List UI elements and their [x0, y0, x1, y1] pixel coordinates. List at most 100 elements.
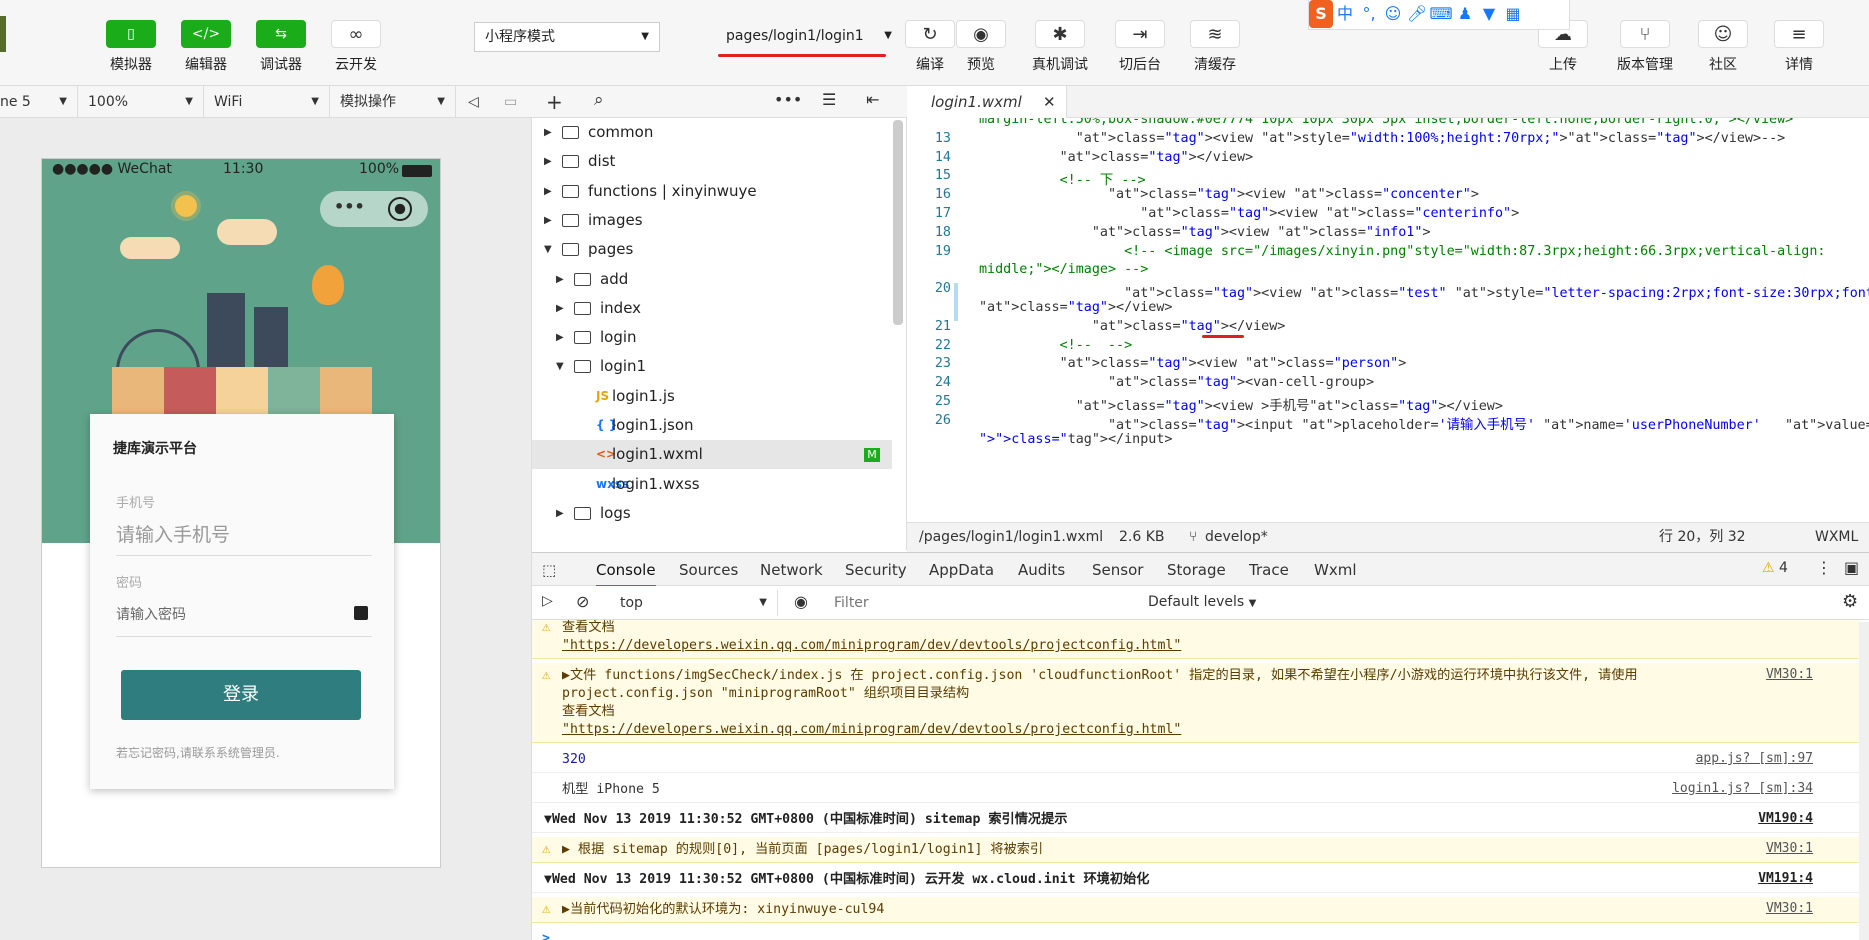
code-line[interactable]: "at">class="tag"><view "at">class="cente… — [979, 206, 1519, 221]
console-message[interactable]: 320 app.js? [sm]:97 — [532, 747, 1859, 773]
code-line[interactable]: "at">class="tag"></view> — [979, 300, 1173, 315]
code-line[interactable]: "at">class="tag"><input "at">placeholder… — [979, 413, 1869, 433]
source-link[interactable]: VM30:1 — [1766, 667, 1813, 682]
more-icon[interactable]: ••• — [334, 197, 365, 216]
tab-console[interactable]: Console — [596, 553, 656, 587]
layout-icon[interactable]: ⇤ — [866, 90, 879, 109]
tree-item[interactable]: ▶ index — [532, 294, 892, 323]
console-message[interactable]: ⚠ ▶ 根据 sitemap 的规则[0], 当前页面 [pages/login1… — [532, 837, 1859, 863]
console-filter-input[interactable] — [834, 591, 1106, 615]
tab-appdata[interactable]: AppData — [929, 553, 994, 587]
chevron-right-icon[interactable]: ▶ — [544, 177, 552, 206]
search-icon[interactable]: ⌕ — [594, 90, 604, 110]
console-scrollbar[interactable] — [1859, 622, 1869, 940]
menu-capsule[interactable]: ••• — [320, 191, 428, 227]
context-select[interactable]: top ▼ — [612, 590, 778, 616]
background-button[interactable]: ⇥ 切后台 — [1105, 20, 1175, 74]
tree-item[interactable]: JS login1.js — [532, 382, 892, 411]
tree-item[interactable]: ▼ pages — [532, 235, 892, 264]
code-line[interactable]: margin-left:50%;box-shadow:#0e7774 10px … — [979, 118, 1793, 127]
console-message[interactable]: ⚠ 查看文档 "https://developers.weixin.qq.com/m… — [532, 620, 1859, 659]
close-circle-icon[interactable] — [388, 197, 412, 221]
cloud-button[interactable]: ∞ 云开发 — [321, 20, 391, 74]
more-icon[interactable]: ••• — [774, 90, 802, 109]
tree-item[interactable]: ▶ add — [532, 265, 892, 294]
code-line[interactable]: "at">class="tag"><view "at">style="width… — [979, 131, 1785, 146]
console-group-header[interactable]: ▼Wed Nov 13 2019 11:30:52 GMT+0800 (中国标准… — [532, 807, 1859, 833]
language-mode[interactable]: WXML — [1815, 523, 1858, 551]
console-message[interactable]: ⚠ ▶当前代码初始化的默认环境为: xinyinwuye-cul94 VM30:1 — [532, 897, 1859, 923]
code-line[interactable]: middle;"></image> --> — [979, 262, 1148, 277]
add-icon[interactable]: + — [546, 90, 563, 114]
tree-item[interactable]: ▶ login — [532, 323, 892, 352]
collapse-icon[interactable]: ☰ — [822, 90, 836, 109]
ime-toolbar[interactable]: S 中 °, ☺ 🎤︎ ⌨ ♟ ▼ ▦ — [1308, 0, 1570, 30]
tab-network[interactable]: Network — [760, 553, 823, 587]
tree-item[interactable]: ▶ logs — [532, 499, 892, 528]
tab-storage[interactable]: Storage — [1167, 553, 1226, 587]
tree-item[interactable]: ▶ functions | xinyinwuye — [532, 177, 892, 206]
code-line[interactable]: "at">class="tag"><view "at">class="perso… — [979, 356, 1407, 371]
tab-wxml[interactable]: Wxml — [1314, 553, 1357, 587]
close-icon[interactable]: ✕ — [1043, 86, 1056, 118]
editor-button[interactable]: </> 编辑器 — [171, 20, 241, 74]
tab-sensor[interactable]: Sensor — [1092, 553, 1143, 587]
code-line[interactable]: <!-- 下 --> — [979, 168, 1146, 188]
code-line[interactable]: "at">class="tag"></view> — [979, 319, 1286, 334]
code-line[interactable]: <!-- --> — [979, 338, 1133, 353]
source-link[interactable]: VM191:4 — [1758, 871, 1813, 886]
tab-security[interactable]: Security — [845, 553, 907, 587]
tree-item[interactable]: ▶ dist — [532, 147, 892, 176]
chevron-right-icon[interactable]: ▶ — [556, 323, 564, 352]
simulator-button[interactable]: ▯ 模拟器 — [96, 20, 166, 74]
chevron-down-icon[interactable]: ▼ — [556, 352, 564, 381]
network-select[interactable]: WiFi ▼ — [204, 86, 330, 118]
sidebar-toggle-icon[interactable]: ▷ — [542, 593, 553, 609]
community-button[interactable]: ☺ 社区 — [1688, 20, 1758, 74]
tree-item[interactable]: ▶ common — [532, 118, 892, 147]
source-link[interactable]: app.js? [sm]:97 — [1696, 751, 1813, 766]
clear-cache-button[interactable]: ≋ 清缓存 — [1180, 20, 1250, 74]
code-line[interactable]: "at">class="tag"><van-cell-group> — [979, 375, 1374, 390]
window-icon[interactable]: ▭ — [494, 86, 530, 118]
version-button[interactable]: ⑂ 版本管理 — [1607, 20, 1683, 74]
action-select[interactable]: 模拟操作 ▼ — [330, 86, 456, 118]
volume-icon[interactable]: ◁ — [458, 86, 494, 118]
tab-login1-wxml[interactable]: login1.wxml ✕ — [907, 86, 1067, 118]
tree-scrollbar[interactable] — [893, 120, 903, 325]
tree-item[interactable]: wxss login1.wxss — [532, 470, 892, 499]
source-link[interactable]: VM30:1 — [1766, 841, 1813, 856]
zoom-select[interactable]: 100% ▼ — [78, 86, 204, 118]
chevron-right-icon[interactable]: ▶ — [556, 265, 564, 294]
clear-console-icon[interactable]: ⊘ — [576, 592, 589, 611]
code-line[interactable]: <!-- <image src="/images/xinyin.png"styl… — [979, 244, 1825, 259]
chevron-down-icon[interactable]: ▼ — [544, 235, 552, 264]
tab-sources[interactable]: Sources — [679, 553, 738, 587]
code-line[interactable]: "at">class="tag"></view> — [979, 150, 1254, 165]
source-link[interactable]: login1.js? [sm]:34 — [1672, 781, 1813, 796]
console-group-header[interactable]: ▼Wed Nov 13 2019 11:30:52 GMT+0800 (中国标准… — [532, 867, 1859, 893]
chevron-right-icon[interactable]: ▶ — [544, 206, 552, 235]
page-select[interactable]: pages/login1/login1 ▼ — [716, 22, 902, 52]
tree-item[interactable]: <> login1.wxml M — [532, 440, 892, 470]
preview-button[interactable]: ◉ 预览 — [946, 20, 1016, 74]
code-line[interactable]: "at">class="tag"><view "at">class="test"… — [979, 281, 1869, 301]
password-input[interactable]: 请输入密码 — [116, 604, 372, 637]
code-editor[interactable]: margin-left:50%;box-shadow:#0e7774 10px … — [907, 118, 1869, 522]
remote-debug-button[interactable]: ✱ 真机调试 — [1025, 20, 1095, 74]
tree-item[interactable]: ▼ login1 — [532, 352, 892, 381]
git-branch[interactable]: develop* — [1205, 523, 1268, 551]
login-button[interactable]: 登录 — [121, 670, 361, 720]
inspect-icon[interactable]: ⬚ — [542, 561, 556, 579]
mode-select[interactable]: 小程序模式 ▼ — [474, 22, 660, 52]
tab-trace[interactable]: Trace — [1249, 553, 1289, 587]
dock-icon[interactable]: ▣ — [1844, 558, 1859, 577]
phone-input[interactable]: 请输入手机号 — [116, 520, 372, 556]
eye-icon[interactable]: ◉ — [794, 592, 808, 611]
tree-item[interactable]: ▶ images — [532, 206, 892, 235]
debugger-button[interactable]: ⇆ 调试器 — [246, 20, 316, 74]
code-line[interactable]: "at">class="tag"><view "at">class="info1… — [979, 225, 1431, 240]
log-levels-select[interactable]: Default levels ▼ — [1148, 594, 1256, 610]
chevron-right-icon[interactable]: ▶ — [544, 118, 552, 147]
chevron-right-icon[interactable]: ▶ — [556, 294, 564, 323]
